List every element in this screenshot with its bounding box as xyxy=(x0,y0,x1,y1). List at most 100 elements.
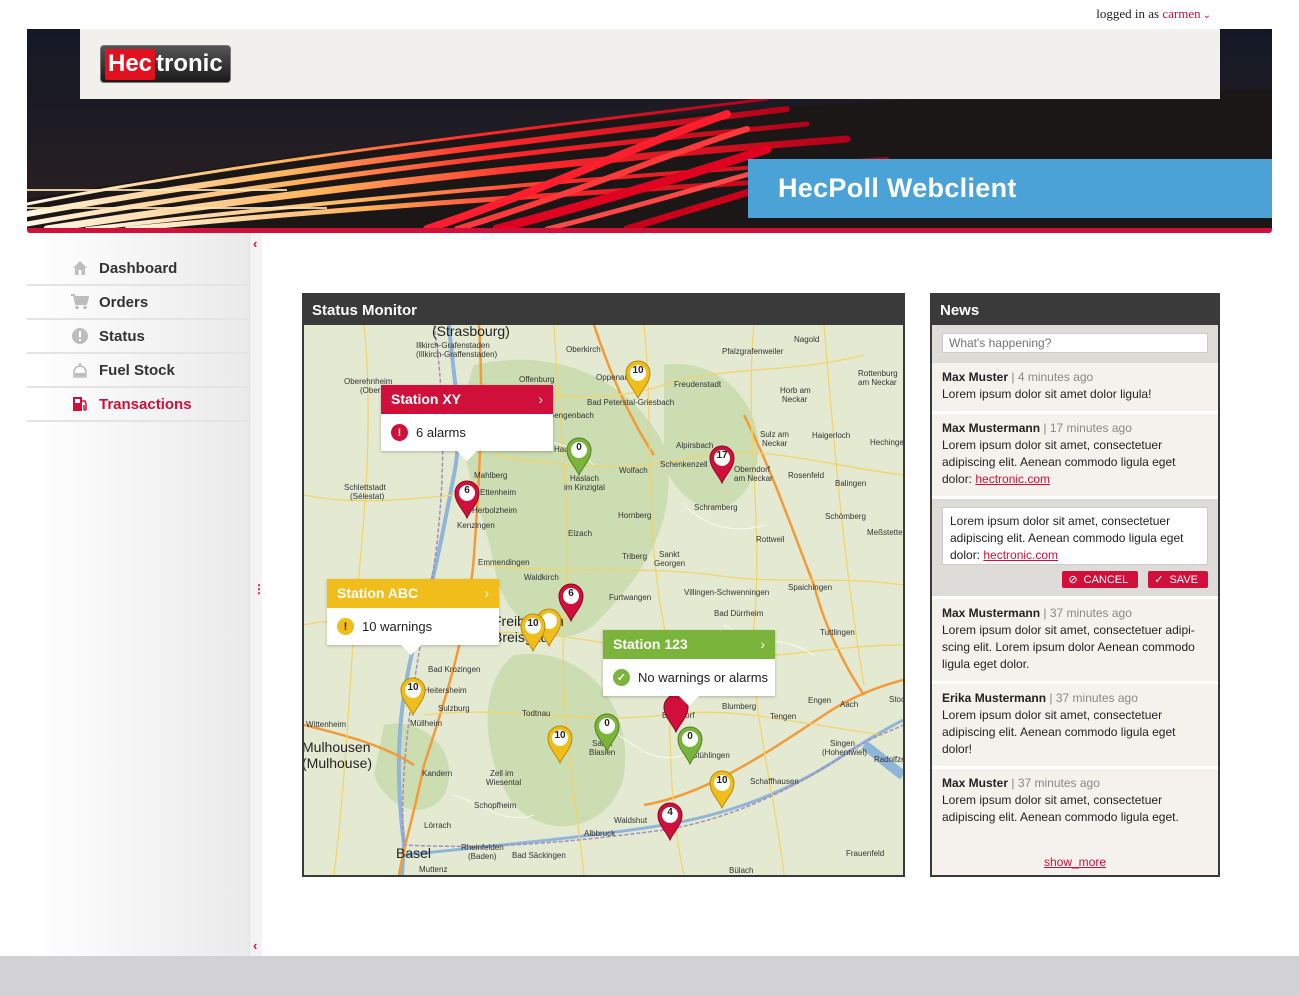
map-pin-warning[interactable]: 10 xyxy=(546,724,574,764)
map-pin-warning[interactable]: 10 xyxy=(519,612,547,652)
popup-header[interactable]: Station XY › xyxy=(381,385,553,414)
map-label: Sankt xyxy=(659,550,680,559)
logo-part1: Hec xyxy=(105,48,156,80)
sidebar-item-fuel-stock[interactable]: Fuel Stock xyxy=(27,354,250,388)
footer-bar xyxy=(0,956,1299,996)
map-label: Bad Dürrheim xyxy=(714,609,764,618)
map-pin-warning[interactable]: 10 xyxy=(624,359,652,399)
map-label: Bad Peterstal-Griesbach xyxy=(587,398,675,407)
popup-header[interactable]: Station 123 › xyxy=(603,630,775,659)
map-label: Rosenfeld xyxy=(788,471,825,480)
status-monitor-title: Status Monitor xyxy=(304,295,903,325)
news-composer xyxy=(932,325,1218,363)
map-label: Spaichingen xyxy=(788,583,833,592)
map-label: Kandern xyxy=(422,769,453,778)
chevron-right-icon[interactable]: › xyxy=(760,636,765,652)
map-label: Bad Säckingen xyxy=(512,851,566,860)
news-author[interactable]: Max Mustermann xyxy=(942,421,1040,435)
map-label: Schopfheim xyxy=(474,801,517,810)
edit-link[interactable]: hectronic.com xyxy=(983,548,1058,562)
map-label: Radolfzell xyxy=(874,755,903,764)
map-label: Rottweil xyxy=(756,535,785,544)
map-label: Gengenbach xyxy=(548,411,594,420)
news-text: Lorem ipsum dolor sit amet, consectetuer… xyxy=(942,708,1176,756)
map-label: Schömberg xyxy=(825,512,866,521)
map-label: Stoc xyxy=(889,695,903,704)
map-pin-ok[interactable]: 0 xyxy=(593,712,621,752)
sidebar-item-status[interactable]: Status xyxy=(27,320,250,354)
cancel-button[interactable]: ⊘ CANCEL xyxy=(1062,571,1139,588)
collapse-left-bottom-icon[interactable]: ‹ xyxy=(253,938,257,953)
map-label: Neckar xyxy=(762,439,788,448)
map-label: (Baden) xyxy=(468,852,497,861)
pin-count: 0 xyxy=(604,718,610,729)
sidebar-item-label: Orders xyxy=(99,293,149,311)
pin-count: 0 xyxy=(687,731,693,742)
news-link[interactable]: hectronic.com xyxy=(975,472,1050,486)
collapse-left-icon[interactable]: ‹ xyxy=(253,236,257,251)
sidebar-item-orders[interactable]: Orders xyxy=(27,286,250,320)
chevron-right-icon[interactable]: › xyxy=(538,391,543,407)
cancel-label: CANCEL xyxy=(1083,573,1129,586)
popup-header[interactable]: Station ABC › xyxy=(327,579,499,608)
map-label: Frauenfeld xyxy=(846,849,885,858)
station-popup-xy[interactable]: Station XY › ! 6 alarms xyxy=(381,385,553,461)
sidebar-item-label: Status xyxy=(99,327,145,345)
app-title: HecPoll Webclient xyxy=(778,173,1017,203)
drag-handle-icon[interactable]: ⋮ xyxy=(253,582,265,596)
pin-count: 6 xyxy=(568,588,574,599)
map-label: am Neckar xyxy=(734,474,773,483)
map-label: Zell im xyxy=(490,769,514,778)
popup-message: 10 warnings xyxy=(362,619,433,634)
map-pin-warning[interactable]: 10 xyxy=(399,676,427,716)
news-author[interactable]: Max Muster xyxy=(942,776,1008,790)
map-label: Waldshut xyxy=(614,816,648,825)
pin-count: 10 xyxy=(527,618,539,629)
show-more-link[interactable]: show_more xyxy=(932,855,1218,869)
popup-body: ! 6 alarms xyxy=(381,414,553,451)
chevron-right-icon[interactable]: › xyxy=(484,585,489,601)
chevron-down-icon[interactable]: ⌄ xyxy=(1203,10,1211,21)
map-pin-alarm[interactable]: 17 xyxy=(708,444,736,484)
map-label: Hechingen xyxy=(870,438,903,447)
map-label: Aach xyxy=(840,700,859,709)
map-pin-alarm[interactable]: 6 xyxy=(453,479,481,519)
news-author[interactable]: Erika Mustermann xyxy=(942,691,1046,705)
news-author[interactable]: Max Mustermann xyxy=(942,606,1040,620)
sidebar-item-label: Fuel Stock xyxy=(99,361,175,379)
header-banner: Hec tronic HecPoll Webclient xyxy=(27,29,1272,229)
map-label: Sulz am xyxy=(760,430,789,439)
sidebar-item-label: Transactions xyxy=(99,395,192,413)
news-author[interactable]: Max Muster xyxy=(942,370,1008,384)
map-label: Kenzingen xyxy=(457,521,495,530)
alarm-icon: ! xyxy=(391,424,408,441)
news-edit-field[interactable]: Lorem ipsum dolor sit amet, consectetuer… xyxy=(942,507,1208,565)
news-input[interactable] xyxy=(942,333,1208,353)
map-pin-ok[interactable]: 0 xyxy=(565,436,593,476)
status-monitor-panel: Status Monitor (Strasbourg) Illkirch-Gra… xyxy=(302,293,905,877)
cart-icon xyxy=(71,293,89,311)
logo-bar: Hec tronic xyxy=(80,29,1220,99)
map-label: Wolfach xyxy=(619,466,648,475)
save-button[interactable]: ✓ SAVE xyxy=(1148,571,1208,588)
map-pin-ok[interactable]: 0 xyxy=(676,725,704,765)
popup-station-name: Station ABC xyxy=(337,585,419,601)
map-pin-warning[interactable]: 10 xyxy=(708,769,736,809)
map-pin-alarm[interactable]: 4 xyxy=(656,801,684,841)
sidebar-nav: Dashboard Orders Status Fuel Stock Trans… xyxy=(27,252,250,422)
news-text: Lorem ipsum dolor sit amet dolor ligula! xyxy=(942,387,1152,401)
station-popup-abc[interactable]: Station ABC › ! 10 warnings xyxy=(327,579,499,655)
map-label: Wiesental xyxy=(486,778,522,787)
pin-count: 10 xyxy=(632,365,644,376)
map-label: Tengen xyxy=(770,712,797,721)
map-label: Sulzburg xyxy=(438,704,470,713)
map-label: Nagold xyxy=(794,335,820,344)
sidebar-item-transactions[interactable]: Transactions xyxy=(27,388,250,422)
status-map[interactable]: (Strasbourg) Illkirch-Grafenstaden (Illk… xyxy=(304,325,903,875)
station-popup-123[interactable]: Station 123 › ✓ No warnings or alarms xyxy=(603,630,775,706)
hectronic-logo[interactable]: Hec tronic xyxy=(100,45,231,83)
sidebar-item-dashboard[interactable]: Dashboard xyxy=(27,252,250,286)
pin-count: 10 xyxy=(407,682,419,693)
popup-message: 6 alarms xyxy=(416,425,466,440)
user-menu[interactable]: carmen xyxy=(1162,6,1200,21)
